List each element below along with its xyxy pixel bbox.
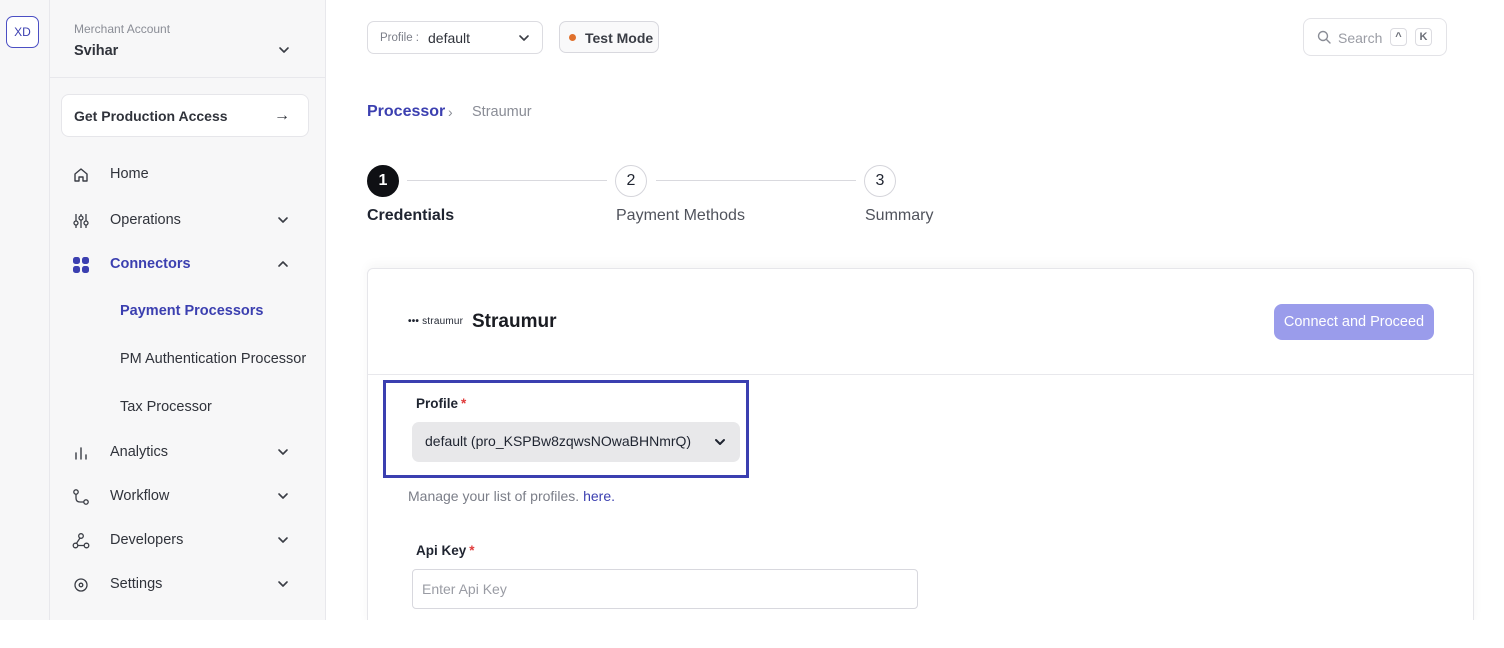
required-mark: * bbox=[461, 396, 467, 411]
api-key-input[interactable] bbox=[412, 569, 918, 609]
arrow-right-icon: → bbox=[274, 107, 290, 124]
profile-dropdown-value: default (pro_KSPBw8zqwsNOwaBHNmrQ) bbox=[425, 433, 692, 449]
api-key-label-text: Api Key bbox=[416, 543, 467, 558]
settings-icon bbox=[74, 578, 88, 592]
shortcut-key-k: K bbox=[1415, 28, 1432, 46]
divider bbox=[368, 374, 1473, 375]
merchant-name: Svihar bbox=[74, 43, 119, 59]
org-rail: XD bbox=[0, 0, 50, 620]
get-production-access-button[interactable]: Get Production Access → bbox=[61, 94, 309, 137]
chevron-down-icon bbox=[278, 493, 288, 499]
connector-card: ••• straumur Straumur Connect and Proceed… bbox=[367, 268, 1474, 628]
sidebar-item-label: Connectors bbox=[110, 256, 191, 272]
sidebar-item-analytics[interactable]: Analytics bbox=[50, 435, 325, 471]
status-dot-icon bbox=[569, 34, 576, 41]
sidebar-item-label: Home bbox=[110, 166, 149, 182]
step-3-number: 3 bbox=[864, 165, 896, 197]
search-input[interactable]: Search ^ K bbox=[1303, 18, 1447, 56]
merchant-caption: Merchant Account bbox=[74, 22, 171, 36]
step-3-label: Summary bbox=[865, 207, 934, 224]
chevron-down-icon bbox=[519, 35, 529, 41]
sidebar-subitem-pm-authentication-processor[interactable]: PM Authentication Processor bbox=[120, 351, 306, 367]
sidebar-item-connectors[interactable]: Connectors bbox=[50, 247, 325, 283]
profile-label-text: Profile bbox=[416, 396, 459, 411]
chevron-down-icon bbox=[278, 537, 288, 543]
step-1-number: 1 bbox=[367, 165, 399, 197]
search-icon bbox=[1317, 30, 1331, 44]
sidebar-subitem-payment-processors[interactable]: Payment Processors bbox=[120, 303, 263, 319]
sidebar-item-operations[interactable]: Operations bbox=[50, 203, 325, 239]
sidebar-item-label: Settings bbox=[110, 576, 163, 592]
connect-and-proceed-button[interactable]: Connect and Proceed bbox=[1274, 304, 1434, 340]
step-1-label: Credentials bbox=[367, 207, 455, 224]
sidebar: Merchant Account Svihar Get Production A… bbox=[50, 0, 326, 620]
breadcrumb-current: Straumur bbox=[472, 104, 532, 120]
profile-help-text: Manage your list of profiles. here. bbox=[408, 488, 615, 504]
profile-value: default bbox=[428, 30, 471, 46]
connectors-icon bbox=[73, 257, 89, 273]
chevron-up-icon bbox=[278, 261, 288, 267]
chevron-down-icon bbox=[715, 439, 725, 445]
analytics-icon bbox=[75, 447, 87, 460]
screen-bottom-blank bbox=[0, 620, 1504, 648]
breadcrumb-processor-link[interactable]: Processor bbox=[367, 103, 445, 121]
sidebar-item-label: Developers bbox=[110, 532, 184, 548]
sidebar-item-workflow[interactable]: Workflow bbox=[50, 479, 325, 515]
operations-icon bbox=[73, 214, 89, 228]
profile-dropdown[interactable]: default (pro_KSPBw8zqwsNOwaBHNmrQ) bbox=[412, 422, 740, 462]
api-key-field-label: Api Key * bbox=[416, 543, 475, 558]
step-connector bbox=[656, 180, 856, 181]
search-placeholder: Search bbox=[1338, 30, 1383, 46]
breadcrumb-separator: › bbox=[448, 104, 453, 120]
chevron-down-icon bbox=[278, 449, 288, 455]
home-icon bbox=[74, 168, 88, 182]
test-mode-label: Test Mode bbox=[585, 30, 654, 46]
org-badge[interactable]: XD bbox=[6, 16, 39, 48]
step-2-number: 2 bbox=[615, 165, 647, 197]
step-2-label: Payment Methods bbox=[616, 207, 745, 224]
straumur-logo: ••• straumur bbox=[408, 316, 463, 327]
production-access-label: Get Production Access bbox=[74, 108, 228, 124]
workflow-icon bbox=[73, 489, 89, 505]
profile-field-label: Profile * bbox=[416, 396, 466, 411]
step-connector bbox=[407, 180, 607, 181]
sidebar-item-settings[interactable]: Settings bbox=[50, 567, 325, 603]
connector-title: Straumur bbox=[472, 311, 557, 332]
sidebar-subitem-tax-processor[interactable]: Tax Processor bbox=[120, 399, 212, 415]
sidebar-item-label: Workflow bbox=[110, 488, 170, 504]
logo-dots: ••• bbox=[408, 316, 420, 327]
manage-profiles-link[interactable]: here. bbox=[583, 488, 615, 504]
sidebar-item-home[interactable]: Home bbox=[50, 157, 325, 193]
help-text-body: Manage your list of profiles. bbox=[408, 488, 580, 504]
sidebar-item-label: Operations bbox=[110, 212, 181, 228]
chevron-down-icon bbox=[278, 581, 288, 587]
sidebar-item-developers[interactable]: Developers bbox=[50, 523, 325, 559]
logo-text: straumur bbox=[422, 316, 464, 327]
chevron-down-icon bbox=[279, 47, 289, 53]
merchant-switcher[interactable]: Merchant Account Svihar bbox=[50, 0, 325, 78]
sidebar-item-label: Analytics bbox=[110, 444, 169, 460]
profile-selector[interactable]: Profile : default bbox=[367, 21, 543, 54]
shortcut-key-ctrl: ^ bbox=[1390, 28, 1407, 46]
test-mode-badge[interactable]: Test Mode bbox=[559, 21, 659, 53]
profile-caption: Profile : bbox=[380, 32, 419, 44]
required-mark: * bbox=[469, 543, 475, 558]
developers-icon bbox=[72, 533, 90, 549]
app-root: XD Merchant Account Svihar Get Productio… bbox=[0, 0, 1504, 648]
chevron-down-icon bbox=[278, 217, 288, 223]
